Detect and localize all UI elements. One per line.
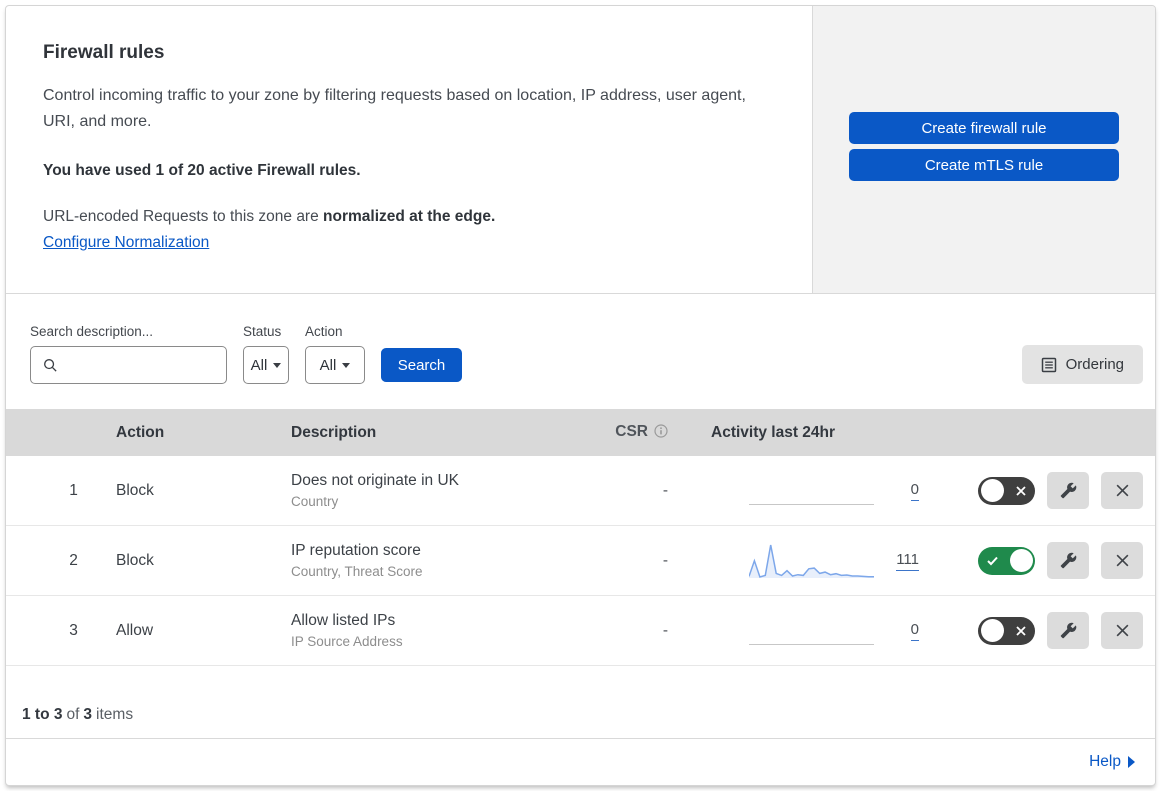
- filter-bar: Search description... Status All Action …: [6, 294, 1155, 409]
- help-link[interactable]: Help: [1089, 753, 1135, 771]
- rule-csr-value: -: [662, 621, 668, 639]
- list-document-icon: [1041, 357, 1057, 373]
- rule-enabled-toggle[interactable]: [978, 616, 1035, 645]
- x-icon: [1016, 485, 1026, 496]
- csr-header-label: CSR: [615, 422, 648, 440]
- arrow-right-icon: [1128, 756, 1135, 768]
- rule-action: Allow: [116, 621, 154, 639]
- activity-count-link[interactable]: 0: [910, 481, 919, 501]
- rule-criteria: Country, Threat Score: [291, 564, 423, 579]
- page-title: Firewall rules: [43, 42, 165, 63]
- x-icon: [1016, 625, 1026, 636]
- csr-column-header: CSR: [596, 423, 696, 443]
- rule-csr-value: -: [662, 481, 668, 499]
- normalization-note-bold: normalized at the edge.: [323, 208, 496, 225]
- activity-count-link[interactable]: 0: [910, 621, 919, 641]
- action-label: Action: [305, 324, 343, 339]
- wrench-icon: [1060, 482, 1077, 499]
- delete-rule-button[interactable]: [1101, 472, 1143, 509]
- actions-panel: Create firewall rule Create mTLS rule: [813, 6, 1155, 293]
- activity-count-link[interactable]: 111: [896, 551, 919, 571]
- search-input[interactable]: [66, 357, 218, 373]
- pagination-items: items: [96, 706, 134, 723]
- rule-enabled-toggle[interactable]: [978, 476, 1035, 505]
- search-input-wrapper[interactable]: [30, 346, 227, 384]
- edit-rule-button[interactable]: [1047, 472, 1089, 509]
- wrench-icon: [1060, 622, 1077, 639]
- ordering-button[interactable]: Ordering: [1021, 345, 1143, 384]
- status-dropdown[interactable]: All: [243, 346, 289, 384]
- search-button[interactable]: Search: [381, 348, 462, 382]
- rule-criteria: Country: [291, 494, 339, 509]
- rule-description: Allow listed IPs: [291, 612, 396, 629]
- search-icon: [43, 358, 58, 373]
- normalization-note: URL-encoded Requests to this zone are no…: [43, 208, 772, 226]
- help-link-label: Help: [1089, 752, 1121, 770]
- normalization-note-text: URL-encoded Requests to this zone are: [43, 208, 324, 225]
- activity-sparkline: [749, 610, 874, 652]
- pagination-summary: 1 to 3 of 3 items: [6, 666, 1155, 739]
- pagination-range: 1 to 3: [22, 706, 63, 723]
- delete-rule-button[interactable]: [1101, 612, 1143, 649]
- configure-normalization-link[interactable]: Configure Normalization: [43, 234, 209, 251]
- toggle-knob: [1009, 549, 1033, 572]
- action-column-header: Action: [116, 423, 165, 441]
- pagination-of: of: [66, 706, 80, 723]
- create-firewall-rule-button[interactable]: Create firewall rule: [849, 112, 1119, 144]
- activity-column-header: Activity last 24hr: [711, 423, 836, 441]
- toggle-knob: [980, 619, 1004, 642]
- status-dropdown-value: All: [250, 356, 268, 374]
- edit-rule-button[interactable]: [1047, 612, 1089, 649]
- activity-sparkline: [749, 470, 874, 512]
- delete-rule-button[interactable]: [1101, 542, 1143, 579]
- wrench-icon: [1060, 552, 1077, 569]
- action-dropdown-value: All: [319, 356, 337, 374]
- search-label: Search description...: [30, 324, 154, 339]
- help-bar: Help: [6, 739, 1155, 784]
- ordering-button-label: Ordering: [1065, 356, 1124, 373]
- description-column-header: Description: [291, 423, 377, 441]
- rule-priority: 2: [69, 551, 78, 569]
- table-row: 1 Block Does not originate in UK Country…: [6, 456, 1155, 526]
- activity-sparkline: [748, 540, 874, 582]
- table-header-row: Action Description CSR Activity last 24h…: [6, 409, 1155, 456]
- rule-priority: 1: [69, 481, 78, 499]
- info-icon[interactable]: [654, 423, 668, 443]
- usage-summary: You have used 1 of 20 active Firewall ru…: [43, 162, 361, 179]
- chevron-down-icon: [342, 362, 351, 368]
- firewall-rules-card: Firewall rules Control incoming traffic …: [5, 5, 1156, 786]
- rule-criteria: IP Source Address: [291, 634, 403, 649]
- rule-priority: 3: [69, 621, 78, 639]
- close-icon: [1115, 483, 1130, 498]
- rule-action: Block: [116, 481, 154, 499]
- rule-description: IP reputation score: [291, 542, 421, 559]
- toggle-knob: [980, 479, 1004, 502]
- chevron-down-icon: [273, 362, 282, 368]
- pagination-total: 3: [83, 706, 93, 723]
- rule-enabled-toggle[interactable]: [978, 546, 1035, 575]
- rule-description: Does not originate in UK: [291, 472, 460, 489]
- header-text-panel: Firewall rules Control incoming traffic …: [6, 6, 813, 293]
- header-section: Firewall rules Control incoming traffic …: [6, 6, 1155, 294]
- action-dropdown[interactable]: All: [305, 346, 365, 384]
- table-row: 2 Block IP reputation score Country, Thr…: [6, 526, 1155, 596]
- close-icon: [1115, 553, 1130, 568]
- rule-action: Block: [116, 551, 154, 569]
- page-description: Control incoming traffic to your zone by…: [43, 87, 746, 130]
- table-row: 3 Allow Allow listed IPs IP Source Addre…: [6, 596, 1155, 666]
- rule-csr-value: -: [662, 551, 668, 569]
- status-label: Status: [243, 324, 282, 339]
- create-mtls-rule-button[interactable]: Create mTLS rule: [849, 149, 1119, 181]
- check-icon: [987, 556, 998, 565]
- close-icon: [1115, 623, 1130, 638]
- edit-rule-button[interactable]: [1047, 542, 1089, 579]
